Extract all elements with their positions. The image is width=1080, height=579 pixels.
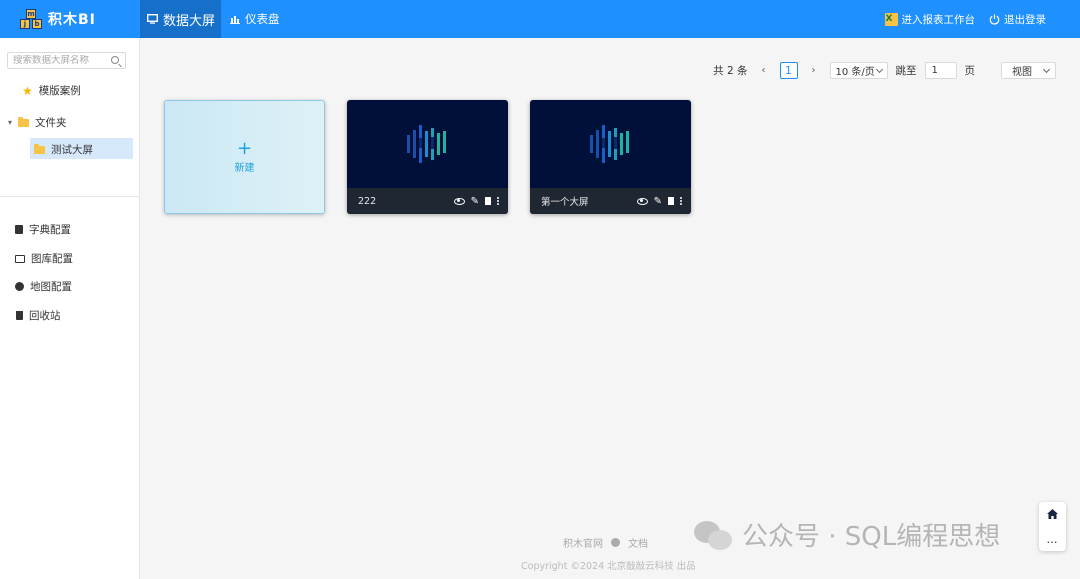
docs-link[interactable]: 文档 [628, 535, 648, 550]
tab-data-screen[interactable]: 数据大屏 [140, 0, 221, 38]
search-box [7, 52, 126, 69]
card-title: 第一个大屏 [541, 197, 589, 208]
card-footer: 第一个大屏 ✎ [530, 188, 691, 214]
bi-logo-icon [406, 125, 446, 163]
trash-icon [16, 311, 23, 320]
logout-button[interactable]: 退出登录 [989, 12, 1046, 27]
prev-page-button[interactable]: ‹ [756, 63, 772, 79]
plus-icon: + [236, 137, 253, 159]
page-size-value: 10 条/页 [835, 67, 875, 78]
jump-page-input[interactable] [924, 62, 957, 79]
jump-label: 跳至 [895, 65, 917, 77]
wechat-icon [694, 519, 734, 551]
github-icon[interactable] [611, 538, 620, 547]
star-icon: ★ [22, 83, 33, 98]
delete-trash-icon[interactable] [485, 197, 491, 205]
sidebar: ★ 模版案例 ▾ 文件夹 测试大屏 字典配置 图库配置 地图配置 回收站 [0, 38, 140, 579]
sidebar-item-test-screen[interactable]: 测试大屏 [34, 142, 93, 157]
chevron-down-icon[interactable]: ▾ [8, 118, 12, 127]
edit-pencil-icon[interactable]: ✎ [654, 196, 662, 207]
screen-thumbnail [347, 100, 508, 188]
bar-chart-icon [230, 15, 240, 24]
view-mode-value: 视图 [1012, 67, 1032, 78]
more-vertical-icon[interactable] [680, 197, 682, 205]
preview-eye-icon[interactable] [636, 197, 648, 205]
search-icon[interactable] [111, 56, 119, 64]
monitor-icon [147, 14, 158, 24]
footer-links: 积木官网 文档 [563, 535, 648, 550]
more-vertical-icon[interactable] [497, 197, 499, 205]
more-horizontal-icon: … [1046, 532, 1059, 546]
preview-eye-icon[interactable] [453, 197, 465, 205]
next-page-button[interactable]: › [806, 63, 822, 79]
bi-logo-icon [589, 125, 629, 163]
image-icon [15, 254, 25, 263]
sidebar-item-dictionary-label: 字典配置 [29, 224, 71, 236]
card-actions: ✎ [453, 196, 499, 207]
sidebar-item-folder-label: 文件夹 [35, 117, 67, 129]
chevron-down-icon [875, 65, 883, 73]
new-screen-card[interactable]: + 新建 [164, 100, 325, 214]
copyright-text: Copyright ©2024 北京敲敲云科技 出品 [521, 561, 696, 572]
page-number-current[interactable]: 1 [779, 62, 798, 79]
top-header: m j b 积木BI 数据大屏 仪表盘 进入报表工作台 [0, 0, 1080, 38]
app-logo[interactable]: m j b 积木BI [20, 9, 96, 29]
sidebar-item-templates-label: 模版案例 [38, 85, 81, 97]
delete-trash-icon[interactable] [668, 197, 674, 205]
card-title: 222 [358, 195, 377, 207]
screen-thumbnail [530, 100, 691, 188]
sidebar-item-folder[interactable]: ▾ 文件夹 [8, 115, 67, 130]
header-actions: 进入报表工作台 退出登录 [884, 0, 1046, 38]
logo-blocks-icon: m j b [20, 9, 44, 29]
screen-card[interactable]: 222 ✎ [347, 100, 508, 214]
sidebar-item-dictionary[interactable]: 字典配置 [15, 222, 71, 237]
total-count: 共 2 条 [713, 65, 748, 77]
sidebar-item-gallery-label: 图库配置 [31, 253, 73, 265]
sidebar-item-gallery[interactable]: 图库配置 [15, 251, 73, 266]
more-button[interactable]: … [1039, 527, 1066, 551]
tab-dashboard-label: 仪表盘 [245, 12, 280, 26]
folder-icon [18, 116, 30, 127]
official-site-link[interactable]: 积木官网 [563, 535, 603, 550]
sidebar-item-test-screen-label: 测试大屏 [51, 144, 93, 156]
page-size-select[interactable]: 10 条/页 [829, 62, 888, 79]
sidebar-item-recycle-bin-label: 回收站 [29, 310, 61, 322]
home-icon [1047, 509, 1058, 519]
logo-text: 积木BI [48, 12, 96, 28]
view-mode-select[interactable]: 视图 [1001, 62, 1056, 79]
pagination: 共 2 条 ‹ 1 › 10 条/页 跳至 页 视图 [713, 62, 1056, 79]
card-actions: ✎ [636, 196, 682, 207]
chevron-down-icon [1042, 65, 1051, 73]
new-screen-label: 新建 [234, 162, 255, 174]
excel-icon [884, 12, 898, 26]
tab-dashboard[interactable]: 仪表盘 [230, 0, 280, 38]
screen-card[interactable]: 第一个大屏 ✎ [530, 100, 691, 214]
wechat-watermark: 公众号 · SQL编程思想 [694, 516, 1000, 553]
sidebar-divider [0, 196, 140, 197]
report-workbench-label: 进入报表工作台 [901, 13, 976, 26]
floating-toolbar: … [1039, 502, 1066, 551]
watermark-text: 公众号 · SQL编程思想 [742, 522, 1001, 552]
map-icon [15, 282, 24, 291]
report-workbench-link[interactable]: 进入报表工作台 [884, 12, 976, 27]
power-icon [989, 14, 1000, 25]
sidebar-item-templates[interactable]: ★ 模版案例 [22, 83, 81, 98]
edit-pencil-icon[interactable]: ✎ [471, 196, 479, 207]
home-button[interactable] [1039, 502, 1066, 526]
logout-label: 退出登录 [1004, 13, 1046, 26]
page-unit-label: 页 [964, 65, 976, 77]
book-icon [15, 225, 23, 234]
card-footer: 222 ✎ [347, 188, 508, 214]
folder-icon [34, 143, 45, 154]
search-input[interactable] [13, 55, 108, 66]
tab-data-screen-label: 数据大屏 [163, 13, 216, 29]
sidebar-item-map-label: 地图配置 [30, 281, 72, 293]
sidebar-item-recycle-bin[interactable]: 回收站 [16, 308, 61, 323]
sidebar-item-map[interactable]: 地图配置 [15, 279, 72, 294]
